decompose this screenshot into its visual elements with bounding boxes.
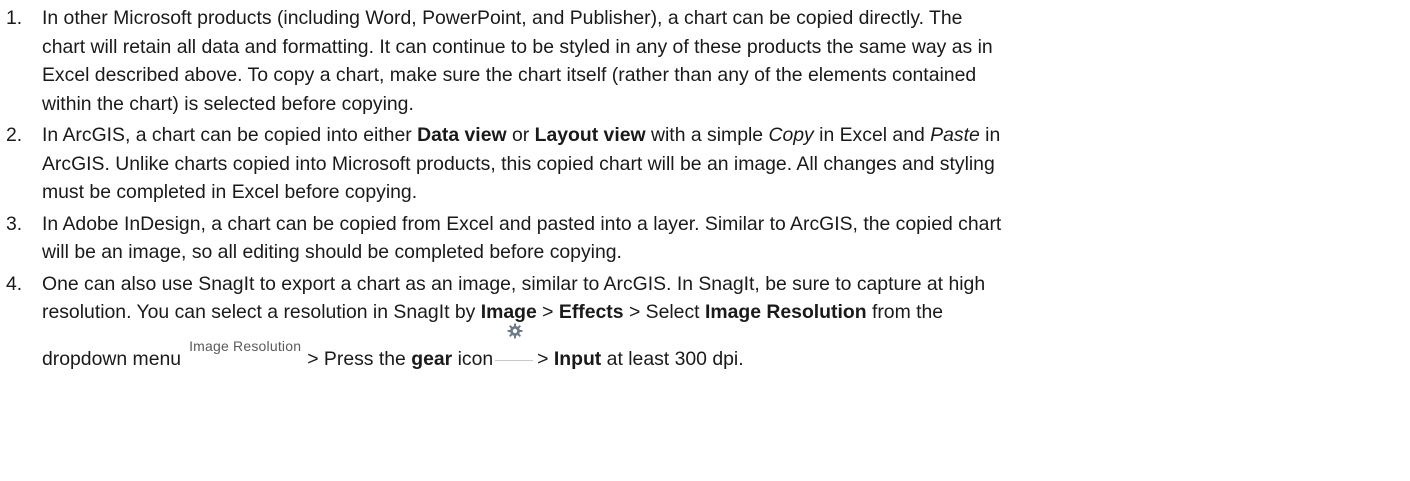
list-number: 4. <box>6 272 23 295</box>
text-line: dropdown menu Image Resolution > Press the… <box>42 323 1390 375</box>
list-item-1: 1. In other Microsoft products (includin… <box>0 4 1390 118</box>
text-run: in Excel and <box>813 124 931 146</box>
bold-term-input: Input <box>553 347 602 370</box>
list-item-3: 3. In Adobe InDesign, a chart can be cop… <box>0 210 1390 267</box>
bold-term-layout-view: Layout view <box>534 124 646 146</box>
text-run: dropdown menu <box>42 347 182 370</box>
text-line: will be an image, so all editing should … <box>42 241 622 263</box>
bold-term-effects: Effects <box>558 301 624 323</box>
list-item-text: One can also use SnagIt to export a char… <box>42 270 1390 375</box>
text-run: > Press the <box>307 347 412 370</box>
text-run: resolution. You can select a resolution … <box>42 301 481 323</box>
text-run: In ArcGIS, a chart can be copied into ei… <box>42 124 418 146</box>
list-item-4: 4. One can also use SnagIt to export a c… <box>0 270 1390 375</box>
text-run: > <box>536 301 559 323</box>
text-run: or <box>506 124 535 146</box>
text-line: Excel described above. To copy a chart, … <box>42 64 977 86</box>
icon-baseline-rule <box>495 359 534 361</box>
list-number: 1. <box>6 7 23 29</box>
bold-term-image: Image <box>480 301 537 323</box>
bold-term-gear: gear <box>411 347 453 370</box>
text-line: resolution. You can select a resolution … <box>42 298 1390 327</box>
list-item-text: In Adobe InDesign, a chart can be copied… <box>42 210 1390 267</box>
list-item-text: In ArcGIS, a chart can be copied into ei… <box>42 121 1390 207</box>
text-run: > Select <box>623 301 705 323</box>
list-number: 3. <box>6 212 23 235</box>
text-run: from the <box>866 301 944 323</box>
italic-term-copy: Copy <box>768 124 814 146</box>
text-run: in <box>979 124 1001 146</box>
text-run: > <box>537 347 554 370</box>
text-line: ArcGIS. Unlike charts copied into Micros… <box>42 152 995 175</box>
text-run: at least 300 dpi. <box>601 347 744 370</box>
document-page: 1. In other Microsoft products (includin… <box>0 0 1410 481</box>
list-item-text: In other Microsoft products (including W… <box>42 4 1390 118</box>
bold-term-image-resolution: Image Resolution <box>704 301 867 323</box>
text-line: within the chart) is selected before cop… <box>42 92 414 115</box>
italic-term-paste: Paste <box>930 124 980 146</box>
text-line: In other Microsoft products (including W… <box>42 7 963 29</box>
text-line: In ArcGIS, a chart can be copied into ei… <box>42 121 1390 150</box>
text-run: icon <box>452 347 494 370</box>
gear-icon-snippet <box>495 323 534 365</box>
text-line: In Adobe InDesign, a chart can be copied… <box>42 212 1002 235</box>
gear-icon <box>507 323 523 338</box>
image-resolution-menu-snippet: Image Resolution <box>189 337 302 354</box>
text-line: One can also use SnagIt to export a char… <box>42 272 986 295</box>
text-run: with a simple <box>645 124 769 146</box>
list-number: 2. <box>6 124 23 146</box>
list-item-2: 2. In ArcGIS, a chart can be copied into… <box>0 121 1390 207</box>
bold-term-data-view: Data view <box>417 124 507 146</box>
instruction-list: 1. In other Microsoft products (includin… <box>0 4 1390 374</box>
text-line: must be completed in Excel before copyin… <box>42 181 418 203</box>
text-line: chart will retain all data and formattin… <box>42 35 993 58</box>
